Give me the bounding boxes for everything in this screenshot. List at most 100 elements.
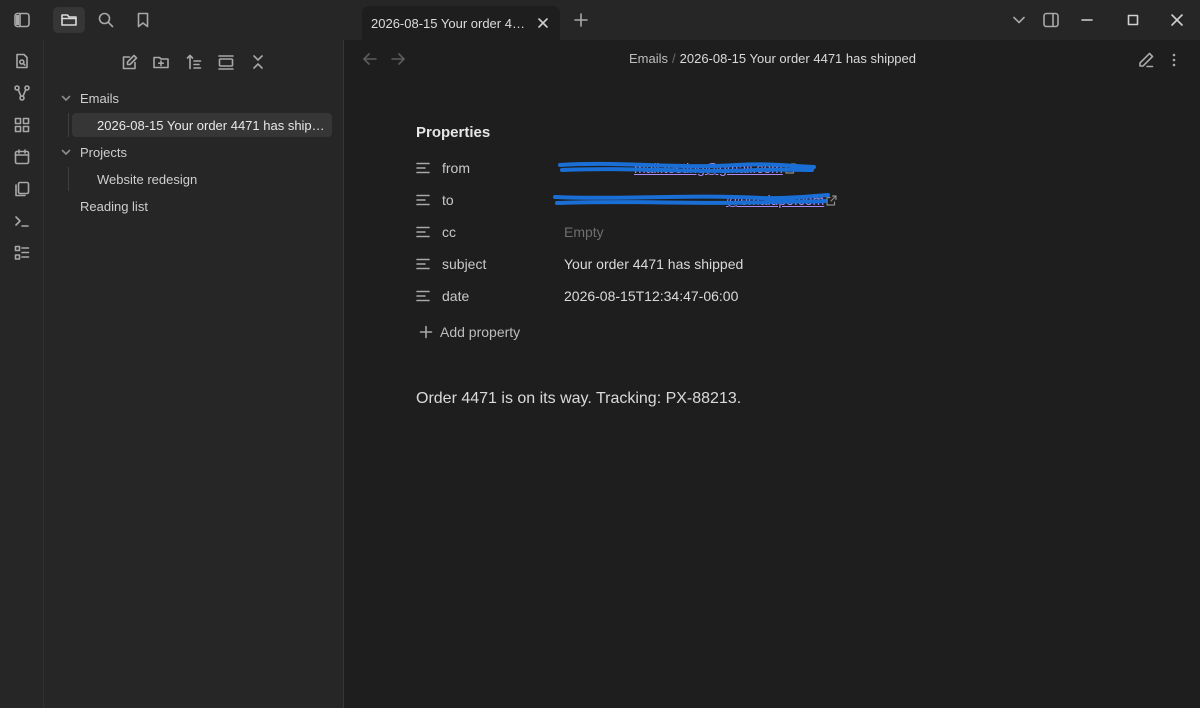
text-property-icon[interactable] xyxy=(416,224,432,240)
file-explorer-button[interactable] xyxy=(53,7,85,33)
breadcrumb-folder[interactable]: Emails xyxy=(629,51,668,66)
external-link-icon xyxy=(785,162,796,174)
bases-icon xyxy=(14,245,30,260)
external-link-icon xyxy=(826,194,837,206)
bases-button[interactable] xyxy=(10,241,34,265)
property-key[interactable]: from xyxy=(442,160,564,176)
daily-note-icon xyxy=(14,149,30,165)
sidebar-toggle-button[interactable] xyxy=(6,7,38,33)
title-bar: 2026-08-15 Your order 4471 has shipped xyxy=(0,0,1200,40)
search-icon xyxy=(98,12,114,28)
add-property-label: Add property xyxy=(440,324,521,340)
minimize-button[interactable] xyxy=(1075,8,1099,32)
minimize-icon xyxy=(1081,19,1093,21)
property-value-link[interactable]: mail.testing@gmail.com xyxy=(564,160,796,176)
text-property-icon[interactable] xyxy=(416,160,432,176)
properties-heading: Properties xyxy=(416,124,491,141)
breadcrumb-separator: / xyxy=(672,51,676,66)
tree-folder-label: Emails xyxy=(80,90,120,106)
bookmark-icon xyxy=(137,12,149,28)
new-tab-button[interactable] xyxy=(565,7,597,33)
tree-file-label: Reading list xyxy=(80,198,148,214)
property-value-text: mail.testing@gmail.com xyxy=(634,160,783,176)
folder-icon xyxy=(61,14,77,26)
property-row-date: date 2026-08-15T12:34:47-06:00 xyxy=(416,284,896,308)
tab-title: 2026-08-15 Your order 4471 has shipped xyxy=(371,15,531,31)
tab-list-button[interactable] xyxy=(1007,8,1031,32)
tree-folder-emails[interactable]: Emails xyxy=(58,87,119,109)
bookmarks-button[interactable] xyxy=(127,7,159,33)
search-button[interactable] xyxy=(90,7,122,33)
tab-active-note[interactable]: 2026-08-15 Your order 4471 has shipped xyxy=(362,6,560,40)
breadcrumb-current[interactable]: 2026-08-15 Your order 4471 has shipped xyxy=(680,51,916,66)
file-explorer: Emails 2026-08-15 Your order 4471 has sh… xyxy=(44,40,344,708)
more-vertical-icon xyxy=(1172,53,1176,67)
quick-switcher-button[interactable] xyxy=(10,49,34,73)
tree-file-website-redesign[interactable]: Website redesign xyxy=(97,167,197,191)
ribbon xyxy=(0,40,44,708)
property-value-empty[interactable]: Empty xyxy=(564,224,604,240)
maximize-icon xyxy=(1127,14,1139,26)
tree-folder-label: Projects xyxy=(80,144,127,160)
property-value[interactable]: 2026-08-15T12:34:47-06:00 xyxy=(564,288,738,304)
close-window-button[interactable] xyxy=(1165,8,1189,32)
sort-button[interactable] xyxy=(182,52,206,72)
close-icon xyxy=(1171,14,1183,26)
add-property-button[interactable]: Add property xyxy=(419,322,520,342)
open-quick-switcher-icon xyxy=(16,53,28,69)
sort-icon xyxy=(186,54,202,70)
graph-view-button[interactable] xyxy=(10,81,34,105)
terminal-button[interactable] xyxy=(10,209,34,233)
more-options-button[interactable] xyxy=(1164,50,1184,70)
canvas-icon xyxy=(14,117,30,133)
auto-reveal-icon xyxy=(218,55,234,70)
graph-icon xyxy=(14,85,30,101)
text-property-icon[interactable] xyxy=(416,192,432,208)
property-key[interactable]: to xyxy=(442,192,564,208)
tree-file-reading-list[interactable]: Reading list xyxy=(80,194,148,218)
edit-mode-button[interactable] xyxy=(1136,50,1156,70)
pencil-icon xyxy=(1139,52,1154,68)
collapse-all-button[interactable] xyxy=(246,52,270,72)
templates-button[interactable] xyxy=(10,177,34,201)
collapse-all-icon xyxy=(253,55,263,69)
right-sidebar-toggle-button[interactable] xyxy=(1039,8,1063,32)
tree-file-label: Website redesign xyxy=(97,171,198,187)
property-key[interactable]: date xyxy=(442,288,564,304)
property-key[interactable]: cc xyxy=(442,224,564,240)
note-body[interactable]: Order 4471 is on its way. Tracking: PX-8… xyxy=(416,390,741,408)
text-property-icon[interactable] xyxy=(416,288,432,304)
new-note-icon xyxy=(122,54,138,70)
tree-file-order-shipped[interactable]: 2026-08-15 Your order 4471 has shipped xyxy=(72,113,332,137)
canvas-button[interactable] xyxy=(10,113,34,137)
tree-indent-guide xyxy=(68,167,69,191)
new-note-button[interactable] xyxy=(118,52,142,72)
daily-note-button[interactable] xyxy=(10,145,34,169)
chevron-down-icon xyxy=(1013,16,1025,24)
close-icon xyxy=(538,18,548,28)
property-row-from: from mail.testing@gmail.com xyxy=(416,156,896,180)
new-folder-button[interactable] xyxy=(149,52,173,72)
property-key[interactable]: subject xyxy=(442,256,564,272)
plus-icon xyxy=(419,325,433,339)
maximize-button[interactable] xyxy=(1121,8,1145,32)
auto-reveal-button[interactable] xyxy=(214,52,238,72)
tree-file-label: 2026-08-15 Your order 4471 has shipped xyxy=(97,117,325,133)
property-row-subject: subject Your order 4471 has shipped xyxy=(416,252,896,276)
terminal-icon xyxy=(15,216,29,227)
property-row-cc: cc Empty xyxy=(416,220,896,244)
property-value-link[interactable]: @emalupo.com xyxy=(564,192,837,208)
new-folder-icon xyxy=(153,56,169,69)
tab-close-button[interactable] xyxy=(535,15,551,31)
tree-folder-projects[interactable]: Projects xyxy=(58,141,127,163)
chevron-down-icon xyxy=(58,144,74,160)
plus-icon xyxy=(574,13,588,27)
templates-icon xyxy=(15,181,30,197)
breadcrumb: Emails / 2026-08-15 Your order 4471 has sh… xyxy=(345,51,1200,66)
text-property-icon[interactable] xyxy=(416,256,432,272)
chevron-down-icon xyxy=(58,90,74,106)
property-value[interactable]: Your order 4471 has shipped xyxy=(564,256,743,272)
property-row-to: to @emalupo.com xyxy=(416,188,896,212)
editor-pane: Emails / 2026-08-15 Your order 4471 has sh… xyxy=(345,40,1200,708)
sidebar-toggle-icon xyxy=(14,12,30,28)
